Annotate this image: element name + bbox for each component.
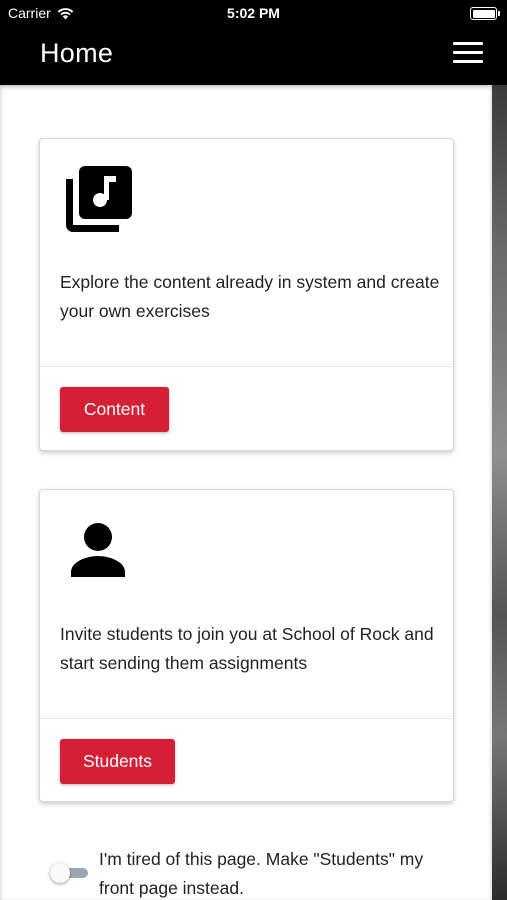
person-icon [71,523,125,577]
content-description: Explore the content already in system an… [60,272,440,321]
nav-bar: Home [0,28,507,85]
page-title: Home [40,38,114,68]
card-divider [40,366,453,367]
students-description: Invite students to join you at School of… [60,624,434,673]
battery-icon [470,7,500,20]
status-bar: Carrier 5:02 PM [0,0,507,28]
content-card: Explore the content already in system an… [39,138,454,451]
main-content[interactable]: Explore the content already in system an… [0,85,492,900]
background-strip [492,85,507,900]
students-card: Invite students to join you at School of… [39,489,454,802]
students-button[interactable]: Students [60,739,175,784]
front-page-toggle[interactable] [48,863,90,883]
status-time: 5:02 PM [227,5,280,21]
front-page-toggle-label: I'm tired of this page. Make "Students" … [99,849,424,898]
music-library-icon [66,166,132,232]
hamburger-menu-icon[interactable] [453,42,483,64]
content-button[interactable]: Content [60,387,169,432]
card-divider [40,718,453,719]
toggle-knob [50,863,70,883]
